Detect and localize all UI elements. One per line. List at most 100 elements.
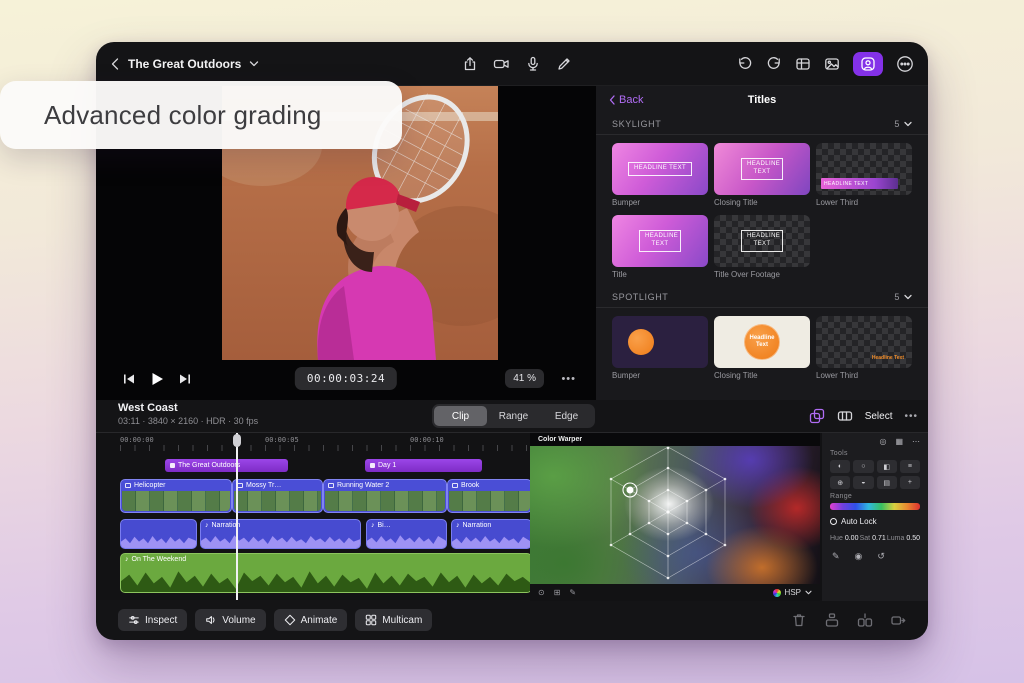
tools-grid: ◐ ○ ◧ ≡ ⊕ ◒ ▤ +: [822, 460, 928, 489]
hue-dot-icon: [772, 588, 781, 597]
media-browser-button[interactable]: [824, 56, 840, 72]
playhead-handle[interactable]: [233, 434, 241, 447]
connect-clip-button[interactable]: [824, 612, 840, 628]
title-preview: HEADLINE TEXT: [741, 230, 783, 252]
trash-button[interactable]: [791, 612, 807, 628]
title-label: Closing Title: [714, 371, 758, 380]
music-waveform: [121, 571, 531, 592]
microphone-button[interactable]: [525, 56, 541, 72]
volume-button[interactable]: Volume: [195, 609, 266, 631]
clip-label: Mossy Tr…: [246, 482, 282, 489]
undo-button[interactable]: [737, 56, 753, 72]
audio-clip[interactable]: [120, 519, 197, 549]
pencil-button[interactable]: [556, 56, 572, 72]
camera-button[interactable]: [493, 56, 510, 72]
tool-button[interactable]: ◧: [876, 460, 897, 473]
reset-values-icon[interactable]: ↺: [877, 551, 885, 562]
connect-view-icon[interactable]: [809, 408, 825, 424]
tool-button[interactable]: ≡: [899, 460, 920, 473]
audio-waveform: [367, 535, 446, 548]
clip-appearance-icon[interactable]: [837, 408, 853, 424]
draw-icon[interactable]: ✎: [569, 588, 576, 597]
video-clip[interactable]: Running Water 2: [323, 479, 447, 513]
callout-label: Advanced color grading: [44, 99, 322, 130]
auto-lock-toggle[interactable]: Auto Lock: [822, 510, 928, 526]
share-button[interactable]: [462, 56, 478, 72]
eyedropper-icon[interactable]: ◉: [855, 551, 863, 562]
chevron-down-icon[interactable]: [249, 60, 259, 68]
tool-button[interactable]: ○: [853, 460, 874, 473]
timeline-more-button[interactable]: •••: [904, 411, 918, 422]
section-header-skylight[interactable]: SKYLIGHT 5: [596, 114, 928, 135]
panel-more-icon[interactable]: ⋯: [912, 437, 920, 446]
section-name: SPOTLIGHT: [612, 292, 669, 302]
color-mode-button[interactable]: HSP: [772, 588, 812, 597]
more-button[interactable]: [896, 55, 914, 73]
tool-button[interactable]: ⊕: [830, 476, 851, 489]
zoom-level-button[interactable]: 41 %: [505, 369, 544, 388]
tool-button[interactable]: ◒: [853, 476, 874, 489]
grid-view-icon[interactable]: ▦: [895, 437, 903, 446]
select-tool-button[interactable]: Select: [865, 411, 893, 422]
timeline-marker[interactable]: Day 1: [365, 459, 482, 472]
timeline-marker[interactable]: The Great Outdoors: [165, 459, 288, 472]
audio-clip[interactable]: ♪ Narration: [451, 519, 532, 549]
segment-range[interactable]: Range: [487, 406, 540, 426]
tool-button[interactable]: ▤: [876, 476, 897, 489]
titles-browser-button-active[interactable]: [853, 51, 883, 76]
ruler-label: 00:00:10: [410, 436, 444, 444]
video-clip[interactable]: Mossy Tr…: [232, 479, 323, 513]
title-item[interactable]: HEADLINE TEXT Lower Third: [816, 143, 912, 207]
color-warper-selected-point[interactable]: [626, 486, 634, 494]
grid-icon[interactable]: ⊞: [554, 588, 561, 597]
title-item[interactable]: Headline Text Closing Title: [714, 316, 810, 380]
title-item[interactable]: Bumper: [612, 316, 708, 380]
skip-forward-button[interactable]: [178, 372, 192, 391]
play-button[interactable]: [149, 371, 165, 392]
animate-button[interactable]: Animate: [273, 609, 348, 631]
title-label: Closing Title: [714, 198, 758, 207]
chevron-down-icon[interactable]: [904, 121, 912, 127]
video-clip[interactable]: Helicopter: [120, 479, 232, 513]
section-header-spotlight[interactable]: SPOTLIGHT 5: [596, 287, 928, 308]
color-warper-web[interactable]: [530, 446, 820, 584]
panel-title: Titles: [747, 94, 777, 106]
title-item[interactable]: Headline Text Lower Third: [816, 316, 912, 380]
pencil-tool-icon[interactable]: ✎: [832, 551, 840, 562]
back-chevron-icon[interactable]: [110, 56, 120, 72]
title-label: Bumper: [612, 198, 641, 207]
titlebar: The Great Outdoors: [96, 42, 928, 86]
audio-clip[interactable]: ♪ Narration: [200, 519, 361, 549]
video-clip[interactable]: Brook: [447, 479, 532, 513]
audio-clip[interactable]: ♪ Bi…: [366, 519, 447, 549]
skip-back-button[interactable]: [122, 372, 136, 391]
view-options-button[interactable]: [795, 56, 811, 72]
segment-edge[interactable]: Edge: [540, 406, 593, 426]
title-item[interactable]: HEADLINE TEXT Title Over Footage: [714, 215, 810, 279]
timecode-display[interactable]: 00:00:03:24: [294, 367, 398, 390]
segment-clip[interactable]: Clip: [434, 406, 487, 426]
title-item[interactable]: HEADLINE TEXT Bumper: [612, 143, 708, 207]
button-label: Multicam: [382, 614, 423, 626]
title-item[interactable]: HEADLINE TEXT Title: [612, 215, 708, 279]
tool-button[interactable]: +: [899, 476, 920, 489]
target-icon[interactable]: ◎: [879, 437, 886, 446]
insert-clip-button[interactable]: [857, 612, 873, 628]
tool-button[interactable]: ◐: [830, 460, 851, 473]
hue-range-slider[interactable]: [830, 503, 920, 510]
music-clip[interactable]: ♪ On The Weekend: [120, 553, 532, 593]
inspect-button[interactable]: Inspect: [118, 609, 188, 631]
title-item[interactable]: HEADLINE TEXT Closing Title: [714, 143, 810, 207]
timeline[interactable]: 00:00:00 00:00:05 00:00:10 The Great Out…: [96, 432, 928, 601]
reset-icon[interactable]: ⊙: [538, 588, 545, 597]
redo-button[interactable]: [766, 56, 782, 72]
color-warper-canvas[interactable]: [530, 446, 820, 584]
multicam-button[interactable]: Multicam: [355, 609, 433, 631]
chevron-down-icon[interactable]: [904, 294, 912, 300]
audio-waveform: [201, 535, 360, 548]
playhead[interactable]: [233, 433, 241, 600]
append-clip-button[interactable]: [890, 612, 906, 628]
project-title[interactable]: The Great Outdoors: [128, 57, 241, 71]
back-button[interactable]: Back: [608, 94, 643, 106]
viewer-more-button[interactable]: •••: [561, 373, 576, 385]
